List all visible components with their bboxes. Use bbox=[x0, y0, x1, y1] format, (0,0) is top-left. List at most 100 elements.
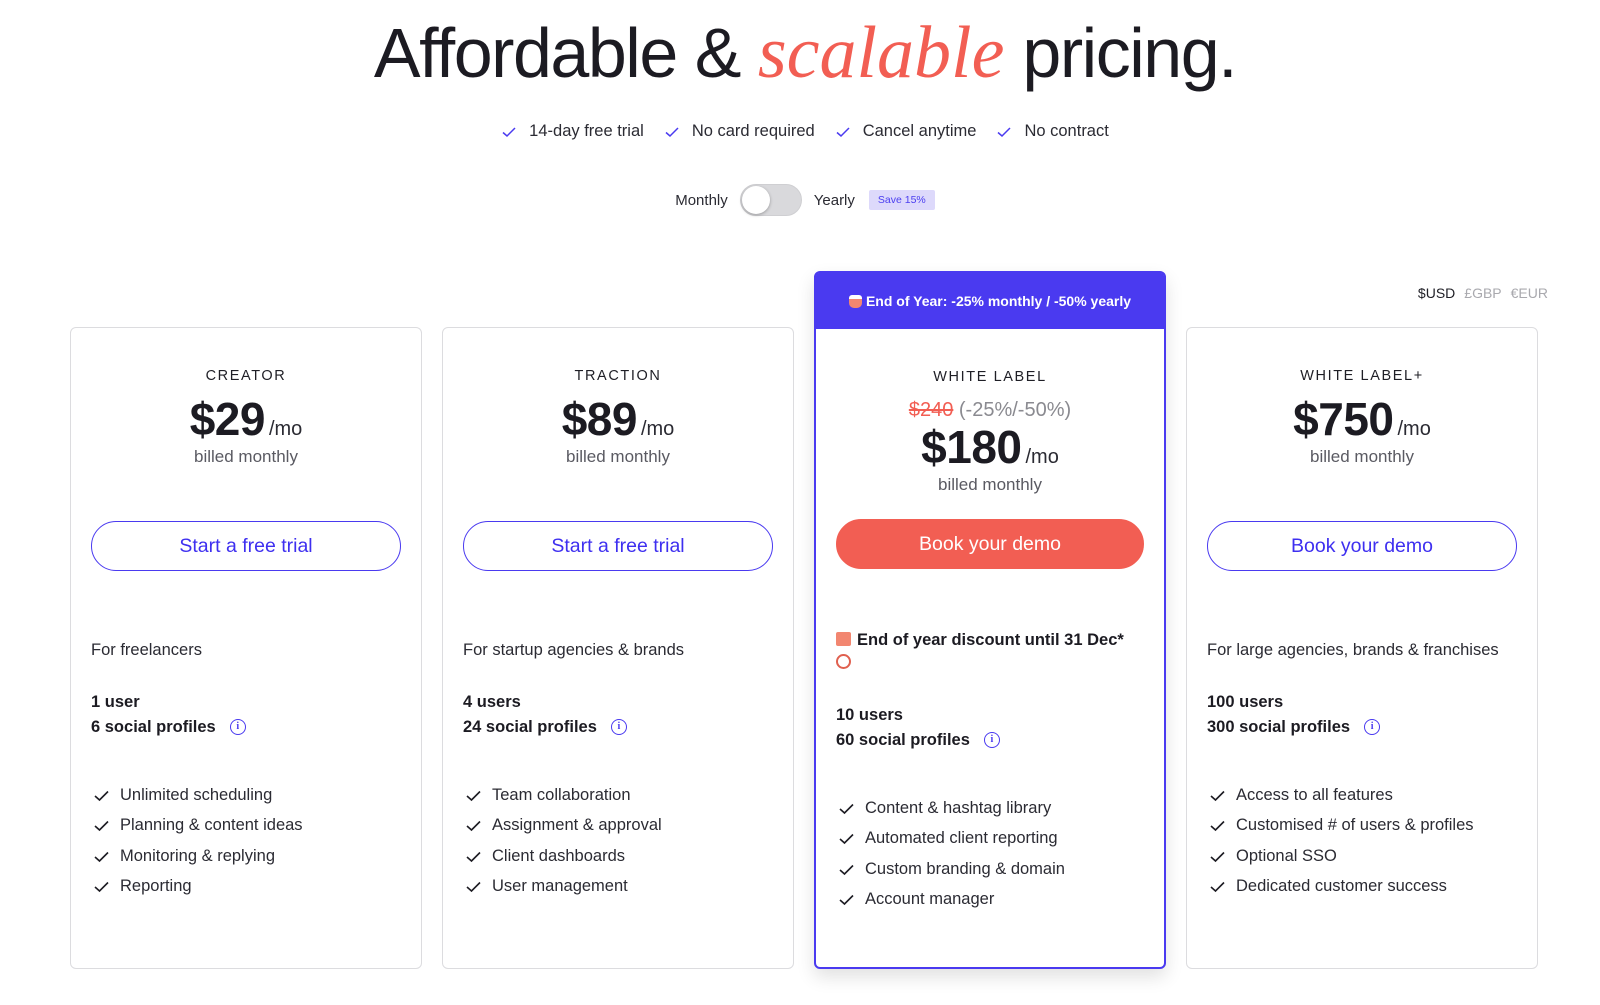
currency-selector: $USD £GBP €EUR bbox=[1418, 285, 1548, 301]
title-part1: Affordable & bbox=[373, 14, 758, 92]
check-icon bbox=[94, 882, 109, 893]
alarm-clock-icon bbox=[836, 654, 851, 669]
check-icon bbox=[502, 126, 516, 137]
feature-label: Custom branding & domain bbox=[865, 859, 1065, 878]
old-price: $240 bbox=[908, 399, 954, 421]
check-icon bbox=[839, 864, 854, 875]
plan-audience: For large agencies, brands & franchises bbox=[1207, 641, 1499, 659]
santa-icon bbox=[848, 294, 862, 308]
feature-label: Content & hashtag library bbox=[865, 798, 1052, 817]
perk-item: Cancel anytime bbox=[835, 122, 977, 141]
check-icon bbox=[836, 126, 850, 137]
feature-label: Account manager bbox=[865, 890, 995, 909]
check-icon bbox=[466, 851, 481, 862]
billing-note: billed monthly bbox=[1310, 447, 1414, 466]
users-count: 100 users bbox=[1207, 693, 1284, 711]
check-icon bbox=[466, 821, 481, 832]
feature-label: Reporting bbox=[120, 877, 192, 896]
feature-label: Dedicated customer success bbox=[1236, 877, 1447, 896]
plan-card-traction: TRACTION $89/mo billed monthly Start a f… bbox=[442, 327, 794, 969]
plan-price: $89 bbox=[561, 393, 638, 445]
check-icon bbox=[94, 790, 109, 801]
check-icon bbox=[94, 821, 109, 832]
check-icon bbox=[997, 126, 1011, 137]
users-count: 1 user bbox=[91, 693, 140, 711]
plan-price: $29 bbox=[189, 393, 266, 445]
plan-card-white-label: End of Year: -25% monthly / -50% yearly … bbox=[814, 271, 1166, 969]
feature-label: Optional SSO bbox=[1236, 846, 1337, 865]
plan-name: CREATOR bbox=[205, 368, 287, 384]
discount-row: $240 (-25%/-50%) bbox=[816, 399, 1164, 422]
feature-label: Assignment & approval bbox=[492, 816, 662, 835]
discount-percent: (-25%/-50%) bbox=[958, 399, 1072, 421]
feature-item: Content & hashtag library bbox=[838, 793, 1144, 824]
plan-price: $750 bbox=[1293, 393, 1394, 445]
toggle-knob[interactable] bbox=[741, 186, 770, 214]
yearly-label[interactable]: Yearly bbox=[814, 192, 855, 209]
profiles-count: 24 social profiles bbox=[463, 718, 597, 736]
feature-item: Access to all features bbox=[1209, 780, 1517, 811]
perk-label: Cancel anytime bbox=[862, 122, 977, 140]
feature-item: Customised # of users & profiles bbox=[1209, 811, 1517, 842]
feature-label: Automated client reporting bbox=[865, 829, 1058, 848]
billing-toggle[interactable] bbox=[739, 184, 802, 216]
currency-eur[interactable]: €EUR bbox=[1511, 285, 1548, 301]
check-icon bbox=[839, 895, 854, 906]
plan-limits: 10 users 60 social profiles i bbox=[836, 703, 1144, 753]
price-period: /mo bbox=[1397, 418, 1431, 440]
perk-label: No contract bbox=[1024, 122, 1109, 140]
users-count: 4 users bbox=[463, 693, 521, 711]
plan-card-white-label-plus: WHITE LABEL+ $750/mo billed monthly Book… bbox=[1186, 327, 1538, 969]
currency-usd[interactable]: $USD bbox=[1418, 285, 1455, 301]
plan-limits: 100 users 300 social profiles i bbox=[1207, 690, 1517, 740]
perk-label: No card required bbox=[691, 122, 815, 140]
plan-price: $180 bbox=[921, 421, 1022, 473]
feature-label: Team collaboration bbox=[492, 785, 631, 804]
check-icon bbox=[1210, 882, 1225, 893]
price-period: /mo bbox=[640, 418, 675, 440]
feature-item: Planning & content ideas bbox=[93, 811, 401, 842]
billing-period-switch: Monthly Yearly Save 15% bbox=[0, 184, 1600, 216]
info-icon[interactable]: i bbox=[1364, 718, 1381, 735]
plan-limits: 1 user 6 social profiles i bbox=[91, 690, 401, 740]
profiles-count: 300 social profiles bbox=[1207, 718, 1351, 736]
feature-label: Unlimited scheduling bbox=[120, 785, 273, 804]
feature-item: Monitoring & replying bbox=[93, 841, 401, 872]
perks-list: 14-day free trial No card required Cance… bbox=[0, 122, 1600, 141]
feature-item: Account manager bbox=[838, 885, 1144, 916]
feature-item: User management bbox=[465, 872, 773, 903]
price-row: $29/mo bbox=[71, 392, 421, 446]
feature-label: Monitoring & replying bbox=[120, 846, 275, 865]
book-demo-button[interactable]: Book your demo bbox=[836, 519, 1144, 569]
feature-label: Access to all features bbox=[1236, 785, 1393, 804]
start-trial-button[interactable]: Start a free trial bbox=[91, 521, 401, 571]
plan-audience: For freelancers bbox=[91, 641, 202, 659]
promo-text: End of Year: -25% monthly / -50% yearly bbox=[865, 293, 1132, 309]
price-row: $89/mo bbox=[443, 392, 793, 446]
info-icon[interactable]: i bbox=[610, 718, 627, 735]
check-icon bbox=[839, 834, 854, 845]
page-title: Affordable & scalable pricing. bbox=[0, 10, 1600, 96]
save-badge: Save 15% bbox=[868, 190, 935, 210]
perk-item: No contract bbox=[996, 122, 1109, 141]
currency-gbp[interactable]: £GBP bbox=[1464, 285, 1501, 301]
feature-label: Planning & content ideas bbox=[120, 816, 303, 835]
monthly-label[interactable]: Monthly bbox=[675, 192, 728, 209]
feature-list: Access to all features Customised # of u… bbox=[1209, 780, 1517, 902]
plan-name: WHITE LABEL+ bbox=[1300, 368, 1424, 384]
info-icon[interactable]: i bbox=[229, 718, 246, 735]
promo-banner: End of Year: -25% monthly / -50% yearly bbox=[816, 273, 1164, 329]
feature-label: Customised # of users & profiles bbox=[1236, 816, 1474, 835]
price-row: $180/mo bbox=[816, 420, 1164, 474]
billing-note: billed monthly bbox=[566, 447, 670, 466]
price-period: /mo bbox=[1025, 446, 1059, 468]
info-icon[interactable]: i bbox=[983, 731, 1000, 748]
book-demo-button[interactable]: Book your demo bbox=[1207, 521, 1517, 571]
feature-item: Reporting bbox=[93, 872, 401, 903]
feature-list: Content & hashtag library Automated clie… bbox=[838, 793, 1144, 915]
title-accent: scalable bbox=[757, 12, 1005, 94]
start-trial-button[interactable]: Start a free trial bbox=[463, 521, 773, 571]
price-period: /mo bbox=[268, 418, 303, 440]
feature-item: Custom branding & domain bbox=[838, 854, 1144, 885]
perk-item: No card required bbox=[664, 122, 815, 141]
